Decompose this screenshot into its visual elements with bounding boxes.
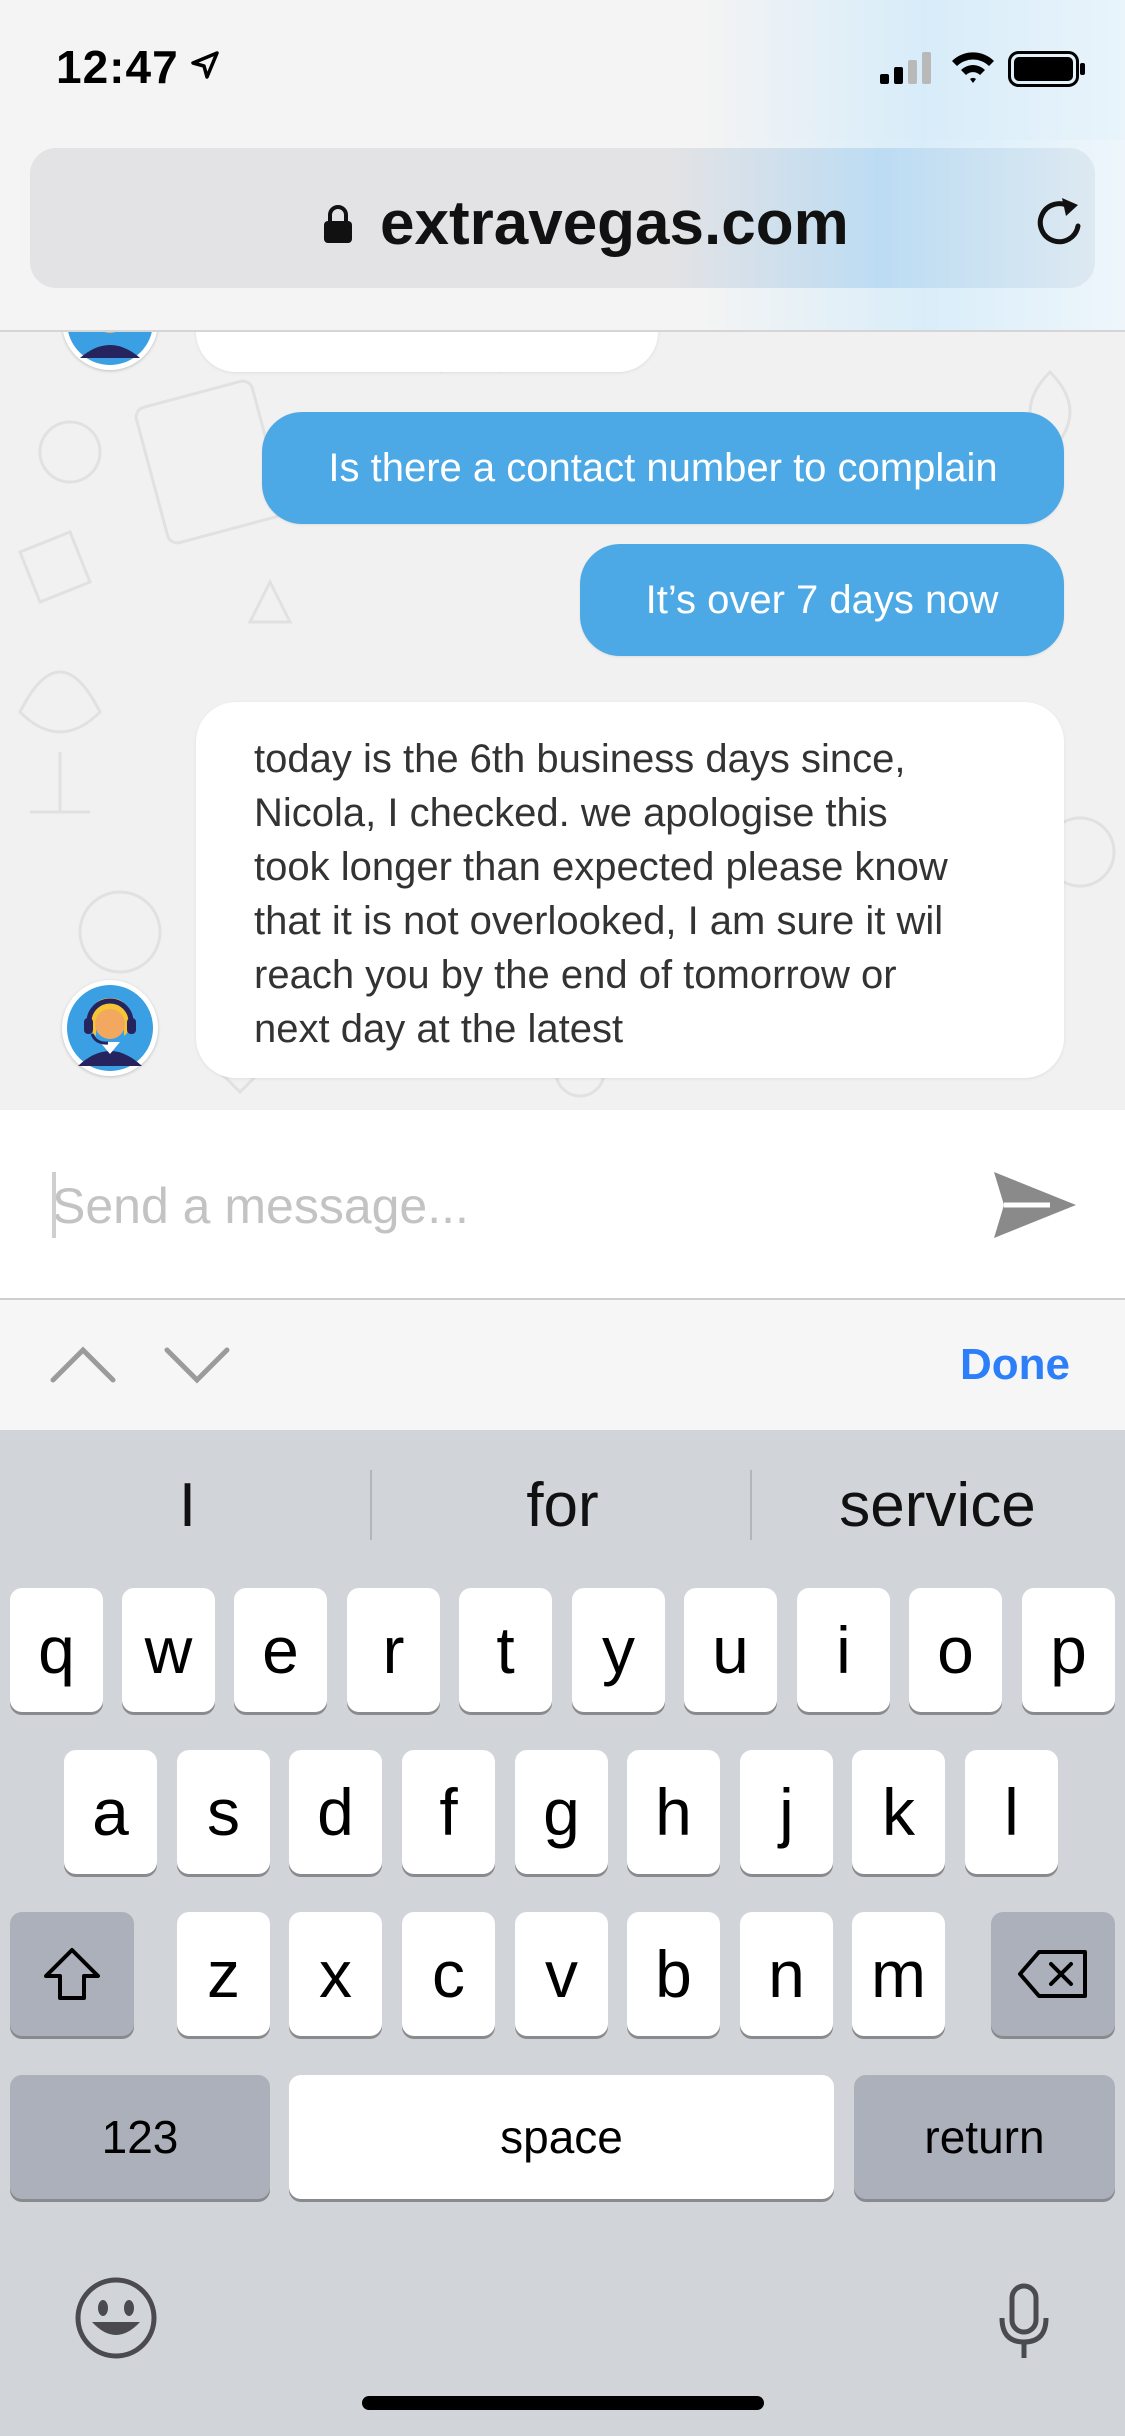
key-y[interactable]: y — [572, 1588, 665, 1712]
chevron-up-icon[interactable] — [48, 1342, 118, 1386]
key-k[interactable]: k — [852, 1750, 945, 1874]
status-bar: 12:47 — [0, 0, 1125, 140]
shift-key[interactable] — [10, 1912, 134, 2036]
home-indicator[interactable] — [362, 2396, 764, 2410]
key-u[interactable]: u — [684, 1588, 777, 1712]
key-a[interactable]: a — [64, 1750, 157, 1874]
done-button[interactable]: Done — [960, 1340, 1070, 1390]
key-g[interactable]: g — [515, 1750, 608, 1874]
reload-icon[interactable] — [1032, 190, 1088, 250]
chat-bubble-agent — [196, 332, 658, 372]
key-f[interactable]: f — [402, 1750, 495, 1874]
message-composer — [0, 1110, 1125, 1300]
numbers-key[interactable]: 123 — [10, 2075, 270, 2199]
text-cursor — [52, 1172, 56, 1238]
agent-avatar — [62, 980, 158, 1076]
suggestion-divider — [370, 1470, 372, 1540]
key-b[interactable]: b — [627, 1912, 720, 2036]
key-i[interactable]: i — [797, 1588, 890, 1712]
address-bar[interactable]: extravegas.com — [30, 148, 1095, 288]
chevron-down-icon[interactable] — [162, 1342, 232, 1386]
key-c[interactable]: c — [402, 1912, 495, 2036]
support-agent-icon — [68, 332, 152, 365]
status-time: 12:47 — [56, 41, 179, 93]
key-l[interactable]: l — [965, 1750, 1058, 1874]
key-o[interactable]: o — [909, 1588, 1002, 1712]
shift-icon — [44, 1948, 100, 2000]
space-key[interactable]: space — [289, 2075, 834, 2199]
agent-avatar — [62, 332, 158, 370]
key-r[interactable]: r — [347, 1588, 440, 1712]
send-icon[interactable] — [990, 1168, 1080, 1242]
chat-bubble-user: Is there a contact number to complain — [262, 412, 1064, 524]
key-s[interactable]: s — [177, 1750, 270, 1874]
form-accessory-bar: Done — [0, 1300, 1125, 1430]
wifi-icon — [952, 52, 994, 83]
key-v[interactable]: v — [515, 1912, 608, 2036]
microphone-icon[interactable] — [996, 2282, 1052, 2362]
keyboard: I for service q w e r t y u i o p a s d … — [0, 1430, 1125, 2436]
key-p[interactable]: p — [1022, 1588, 1115, 1712]
chat-bubble-agent: today is the 6th business days since, Ni… — [196, 702, 1064, 1078]
suggestion-item[interactable]: I — [0, 1430, 375, 1580]
key-q[interactable]: q — [10, 1588, 103, 1712]
key-h[interactable]: h — [627, 1750, 720, 1874]
battery-icon — [1008, 51, 1085, 87]
backspace-icon — [1018, 1950, 1087, 1998]
key-t[interactable]: t — [459, 1588, 552, 1712]
emoji-icon[interactable] — [74, 2276, 158, 2360]
key-n[interactable]: n — [740, 1912, 833, 2036]
key-x[interactable]: x — [289, 1912, 382, 2036]
message-text: It’s over 7 days now — [645, 577, 999, 622]
message-input[interactable] — [50, 1162, 954, 1250]
suggestion-item[interactable]: service — [750, 1430, 1125, 1580]
message-text: today is the 6th business days since, Ni… — [254, 737, 948, 1051]
chat-bubble-user: It’s over 7 days now — [580, 544, 1064, 656]
support-agent-icon — [67, 985, 153, 1071]
key-j[interactable]: j — [740, 1750, 833, 1874]
location-arrow-icon — [191, 51, 219, 79]
lock-icon — [324, 205, 352, 243]
suggestion-item[interactable]: for — [375, 1430, 750, 1580]
key-m[interactable]: m — [852, 1912, 945, 2036]
predictive-text-bar: I for service — [0, 1430, 1125, 1580]
key-d[interactable]: d — [289, 1750, 382, 1874]
return-key[interactable]: return — [854, 2075, 1115, 2199]
cellular-signal-icon — [880, 52, 931, 84]
key-w[interactable]: w — [122, 1588, 215, 1712]
message-text: Is there a contact number to complain — [328, 445, 998, 490]
delete-key[interactable] — [991, 1912, 1115, 2036]
browser-toolbar: extravegas.com — [0, 140, 1125, 332]
url-text: extravegas.com — [380, 189, 849, 258]
key-z[interactable]: z — [177, 1912, 270, 2036]
chat-transcript[interactable]: Is there a contact number to complain It… — [0, 332, 1125, 1110]
key-e[interactable]: e — [234, 1588, 327, 1712]
